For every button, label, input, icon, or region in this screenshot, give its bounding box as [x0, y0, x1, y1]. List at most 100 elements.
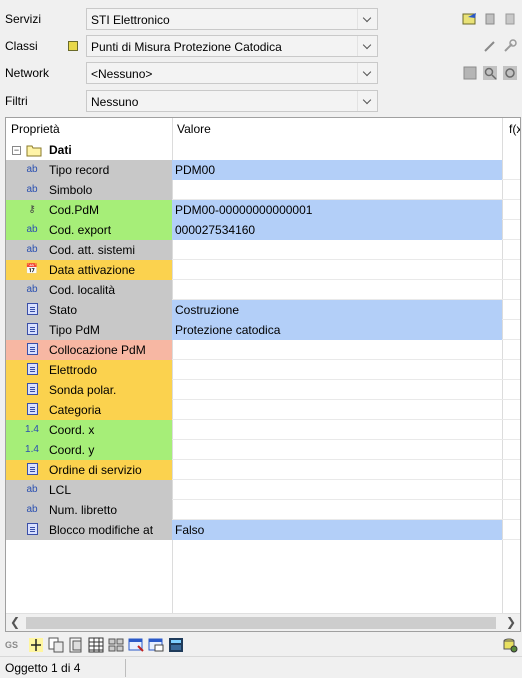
property-cell[interactable]: Elettrodo	[6, 360, 172, 380]
property-row[interactable]: Tipo PdM Protezione catodica	[6, 320, 520, 340]
grid-view-icon[interactable]	[107, 636, 125, 654]
property-row[interactable]: Ordine di servizio	[6, 460, 520, 480]
chevron-down-icon[interactable]	[357, 63, 377, 83]
header-property[interactable]: Proprietà	[11, 122, 60, 136]
network-combo[interactable]: <Nessuno>	[86, 62, 378, 84]
value-cell[interactable]	[172, 460, 502, 480]
header-value[interactable]: Valore	[177, 122, 211, 136]
property-row[interactable]: ab Simbolo	[6, 180, 520, 200]
value-cell[interactable]	[172, 500, 502, 520]
calculator-icon[interactable]	[167, 636, 185, 654]
property-cell[interactable]: ab LCL	[6, 480, 172, 500]
key-icon: ⚷	[28, 204, 36, 215]
value-cell[interactable]	[172, 360, 502, 380]
value-cell[interactable]	[172, 400, 502, 420]
find-icon[interactable]	[502, 65, 518, 81]
value-cell[interactable]	[172, 280, 502, 300]
chevron-down-icon[interactable]	[357, 91, 377, 111]
pin-icon[interactable]	[482, 11, 498, 27]
property-cell[interactable]: 1.4 Coord. y	[6, 440, 172, 460]
property-row[interactable]: Blocco modifiche at Falso	[6, 520, 520, 540]
database-settings-icon[interactable]	[501, 636, 519, 654]
property-cell[interactable]: Stato	[6, 300, 172, 320]
property-row[interactable]: ab Cod. att. sistemi	[6, 240, 520, 260]
edit-icon[interactable]	[482, 38, 498, 54]
value-cell[interactable]: PDM00-00000000000001	[172, 200, 502, 220]
value-cell[interactable]	[172, 260, 502, 280]
list-type-icon	[24, 303, 40, 317]
property-cell[interactable]: ab Simbolo	[6, 180, 172, 200]
value-cell[interactable]	[172, 440, 502, 460]
window-list-icon[interactable]	[147, 636, 165, 654]
property-cell[interactable]: Categoria	[6, 400, 172, 420]
property-row[interactable]: Stato Costruzione	[6, 300, 520, 320]
property-row[interactable]: 1.4 Coord. x	[6, 420, 520, 440]
gs-button[interactable]: GS	[5, 636, 23, 654]
property-row[interactable]: ⚷ Cod.PdM PDM00-00000000000001	[6, 200, 520, 220]
value-cell[interactable]	[172, 180, 502, 200]
property-row[interactable]: 1.4 Coord. y	[6, 440, 520, 460]
property-cell[interactable]: Blocco modifiche at	[6, 520, 172, 540]
property-cell[interactable]: Sonda polar.	[6, 380, 172, 400]
window-export-icon[interactable]	[127, 636, 145, 654]
tools-icon[interactable]	[502, 38, 518, 54]
property-cell[interactable]: Collocazione PdM	[6, 340, 172, 360]
scroll-thumb[interactable]	[26, 617, 496, 629]
align-icon[interactable]	[27, 636, 45, 654]
value-cell[interactable]: Protezione catodica	[172, 320, 502, 340]
chevron-down-icon[interactable]	[357, 36, 377, 56]
property-cell[interactable]: ab Num. libretto	[6, 500, 172, 520]
property-row[interactable]: Categoria	[6, 400, 520, 420]
value-cell[interactable]: 000027534160	[172, 220, 502, 240]
property-cell[interactable]: 1.4 Coord. x	[6, 420, 172, 440]
property-row[interactable]: ab Cod. località	[6, 280, 520, 300]
property-row[interactable]: ab Cod. export 000027534160	[6, 220, 520, 240]
value-cell[interactable]	[172, 240, 502, 260]
scroll-right-icon[interactable]: ❯	[502, 614, 520, 631]
value-cell[interactable]	[172, 340, 502, 360]
property-cell[interactable]: Tipo PdM	[6, 320, 172, 340]
collapse-icon[interactable]: −	[12, 146, 21, 155]
value-cell[interactable]	[172, 380, 502, 400]
property-row[interactable]: 📅 Data attivazione	[6, 260, 520, 280]
property-row[interactable]: ab Num. libretto	[6, 500, 520, 520]
property-cell[interactable]: ab Cod. att. sistemi	[6, 240, 172, 260]
property-cell[interactable]: Ordine di servizio	[6, 460, 172, 480]
property-cell[interactable]: ab Cod. località	[6, 280, 172, 300]
property-row[interactable]: Collocazione PdM	[6, 340, 520, 360]
refresh-services-icon[interactable]	[462, 11, 478, 27]
bottom-toolbar: GS	[5, 635, 521, 655]
property-grid[interactable]: Proprietà Valore f(x − Dati ab Tipo recor…	[5, 117, 521, 632]
status-bar: Oggetto 1 di 4	[0, 656, 522, 678]
property-cell[interactable]: 📅 Data attivazione	[6, 260, 172, 280]
property-label: Tipo PdM	[49, 323, 100, 337]
chevron-down-icon[interactable]	[357, 9, 377, 29]
classi-combo[interactable]: Punti di Misura Protezione Catodica	[86, 35, 378, 57]
property-row[interactable]: Sonda polar.	[6, 380, 520, 400]
property-label: Collocazione PdM	[49, 343, 146, 357]
value-cell[interactable]	[172, 420, 502, 440]
classi-value: Punti di Misura Protezione Catodica	[91, 40, 282, 54]
table-icon[interactable]	[87, 636, 105, 654]
filtri-combo[interactable]: Nessuno	[86, 90, 378, 112]
scroll-left-icon[interactable]: ❮	[6, 614, 24, 631]
property-row[interactable]: ab LCL	[6, 480, 520, 500]
copy-icon[interactable]	[47, 636, 65, 654]
header-formula[interactable]: f(x	[509, 122, 520, 136]
servizi-combo[interactable]: STI Elettronico	[86, 8, 378, 30]
group-row-dati[interactable]: − Dati	[6, 140, 520, 160]
property-cell[interactable]: ab Tipo record	[6, 160, 172, 180]
select-icon[interactable]	[462, 65, 478, 81]
zoom-icon[interactable]	[482, 65, 498, 81]
horizontal-scrollbar[interactable]: ❮ ❯	[6, 613, 520, 631]
value-cell[interactable]: Costruzione	[172, 300, 502, 320]
property-cell[interactable]: ⚷ Cod.PdM	[6, 200, 172, 220]
paste-icon[interactable]	[67, 636, 85, 654]
value-cell[interactable]: PDM00	[172, 160, 502, 180]
property-row[interactable]: Elettrodo	[6, 360, 520, 380]
unpin-icon[interactable]	[502, 11, 518, 27]
property-cell[interactable]: ab Cod. export	[6, 220, 172, 240]
value-cell[interactable]	[172, 480, 502, 500]
value-cell[interactable]: Falso	[172, 520, 502, 540]
property-row[interactable]: ab Tipo record PDM00	[6, 160, 520, 180]
